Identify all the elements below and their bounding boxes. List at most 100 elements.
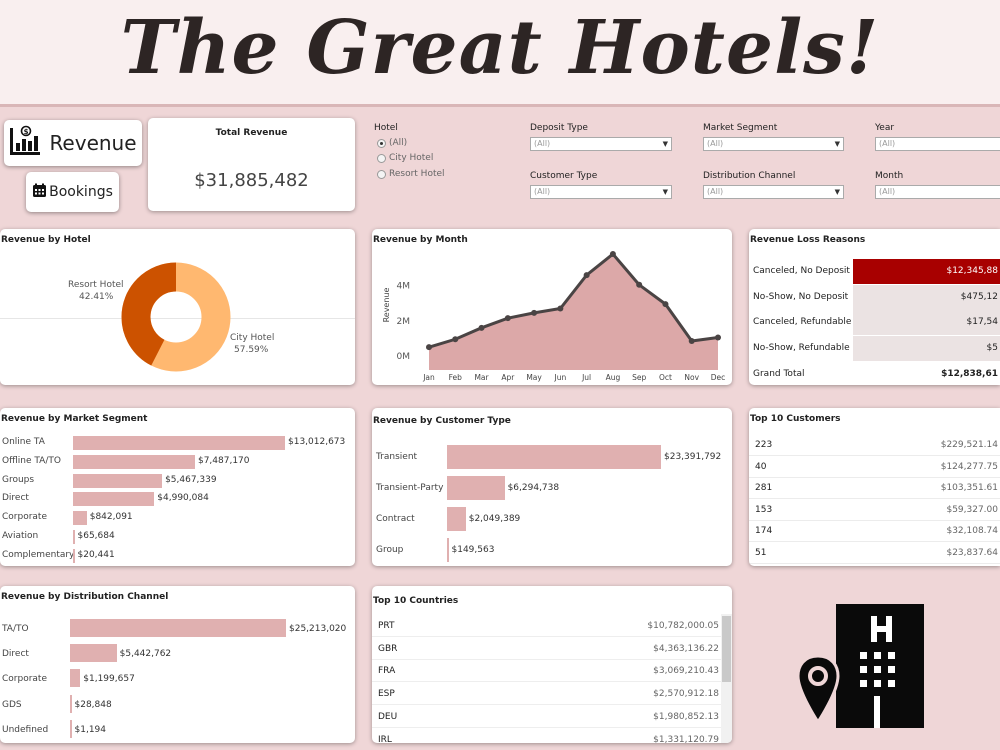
svg-text:$: $ — [24, 128, 29, 136]
hotel-filter-label: Hotel — [374, 123, 398, 133]
deposit-type-dropdown[interactable]: (All) ▼ — [530, 137, 672, 151]
loss-cell: $475,12 — [853, 284, 1000, 310]
radio-label: City Hotel — [389, 153, 434, 163]
loss-row: Canceled, Refundable $17,54 — [749, 310, 1000, 336]
bar — [70, 644, 117, 663]
loss-value: $17,54 — [966, 317, 999, 328]
x-tick-label: Jun — [554, 373, 567, 382]
bar-value: $23,391,792 — [664, 452, 722, 462]
customer-id: 40 — [755, 461, 767, 472]
dropdown-value: (All) — [879, 139, 896, 148]
customer-value: $23,837.64 — [946, 547, 998, 558]
distribution-channel-title: Revenue by Distribution Channel — [1, 592, 169, 602]
top-customers-title: Top 10 Customers — [750, 414, 841, 424]
customer-type-dropdown[interactable]: (All) ▼ — [530, 185, 672, 199]
bar-label: Undefined — [2, 724, 49, 735]
hotel-radio-resort[interactable]: Resort Hotel — [377, 169, 445, 179]
data-point — [426, 344, 432, 351]
x-tick-label: Mar — [474, 373, 489, 382]
bar — [73, 530, 75, 544]
bar-label: Groups — [2, 474, 35, 485]
revenue-button[interactable]: $ Revenue — [4, 120, 142, 166]
revenue-loss-card: Revenue Loss Reasons Canceled, No Deposi… — [749, 229, 1000, 385]
scrollbar-thumb[interactable] — [722, 616, 731, 682]
data-point — [688, 338, 695, 345]
bar — [70, 719, 72, 738]
distribution-channel-dropdown[interactable]: (All) ▼ — [703, 185, 844, 199]
top-countries-card: Top 10 Countries PRT $10,782,000.05 GBR $4,… — [372, 586, 732, 743]
country-code: FRA — [378, 666, 396, 677]
country-value: $1,980,852.13 — [653, 711, 719, 722]
loss-label: No-Show, Refundable — [753, 343, 850, 354]
bar-label: Online TA — [2, 437, 45, 447]
bar-label: Corporate — [2, 512, 47, 523]
country-code: GBR — [378, 643, 398, 654]
bar-label: GDS — [2, 699, 22, 710]
country-value: $3,069,210.43 — [653, 666, 719, 677]
y-axis-label: Revenue — [382, 288, 391, 323]
hotel-radio-all[interactable]: (All) — [377, 138, 407, 148]
chevron-down-icon: ▼ — [834, 188, 840, 196]
bar-value: $149,563 — [451, 545, 495, 555]
bar — [447, 445, 661, 469]
bar-label: Transient-Party — [376, 483, 444, 493]
market-segment-title: Revenue by Market Segment — [1, 414, 148, 424]
loss-row: No-Show, No Deposit $475,12 — [749, 284, 1000, 310]
loss-label: Canceled, No Deposit — [753, 266, 850, 276]
bookings-button[interactable]: Bookings — [26, 172, 119, 212]
customer-value: $103,351.61 — [940, 483, 998, 493]
bar-value: $13,012,673 — [288, 437, 346, 447]
top-customers-card: Top 10 Customers 223 $229,521.14 40 $124,27… — [749, 408, 1000, 566]
country-code: PRT — [378, 621, 395, 631]
x-tick-label: Sep — [632, 373, 646, 382]
hotel-radio-city[interactable]: City Hotel — [377, 153, 433, 163]
grand-total-row: Grand Total $12,838,61 — [749, 362, 1000, 385]
hotel-location-icon — [796, 600, 928, 732]
top-countries-table: PRT $10,782,000.05 GBR $4,363,136.22 FRA $3,0… — [372, 586, 721, 743]
grand-total-label: Grand Total — [753, 369, 805, 379]
table-row: IRL $1,331,120.79 — [372, 729, 721, 744]
loss-label: No-Show, No Deposit — [753, 291, 849, 302]
customer-type-card: Revenue by Customer Type Transient $23,39… — [372, 408, 732, 566]
header-divider — [0, 104, 1000, 107]
data-point — [531, 309, 538, 316]
table-row: 153 $59,327.00 — [749, 499, 1000, 521]
bar — [70, 694, 72, 713]
customer-id: 174 — [755, 526, 773, 536]
bar — [447, 476, 505, 500]
x-tick-label: Dec — [711, 373, 726, 382]
revenue-by-hotel-card: Revenue by Hotel Resort Hotel 42.41% Cit… — [0, 229, 355, 385]
bar-value: $28,848 — [74, 699, 112, 710]
bar-value: $4,990,084 — [157, 493, 209, 504]
header: The Great Hotels! — [0, 0, 1000, 104]
grand-total-value: $12,838,61 — [941, 369, 998, 379]
table-row: PRT $10,782,000.05 — [372, 615, 721, 637]
table-row: GBR $4,363,136.22 — [372, 638, 721, 660]
x-tick-label: Oct — [659, 373, 672, 382]
resort-hotel-pct: 42.41% — [79, 292, 114, 302]
y-tick-label: 0M — [397, 352, 411, 362]
dropdown-value: (All) — [879, 187, 896, 196]
bar-value: $5,467,339 — [165, 474, 217, 485]
table-row: 223 $229,521.14 — [749, 434, 1000, 456]
bar-value: $5,442,762 — [119, 649, 172, 660]
country-code: DEU — [378, 711, 398, 722]
bar-label: Contract — [376, 514, 415, 524]
country-value: $10,782,000.05 — [647, 621, 719, 631]
market-segment-dropdown[interactable]: (All) ▼ — [703, 137, 844, 151]
countries-scrollbar[interactable] — [721, 614, 732, 743]
radio-label: Resort Hotel — [389, 169, 445, 179]
revenue-by-hotel-title: Revenue by Hotel — [1, 235, 91, 245]
customer-type-title: Revenue by Customer Type — [373, 416, 511, 426]
bar-label: Aviation — [2, 531, 39, 541]
data-point — [583, 272, 590, 279]
bar-label: Group — [376, 545, 404, 555]
month-dropdown[interactable]: (All) — [875, 185, 1000, 199]
bar-label: TA/TO — [2, 624, 29, 634]
year-dropdown[interactable]: (All) — [875, 137, 1000, 151]
total-revenue-card: Total Revenue $31,885,482 — [148, 118, 355, 211]
loss-row: Canceled, No Deposit $12,345,88 — [749, 259, 1000, 284]
dropdown-value: (All) — [534, 187, 551, 196]
revenue-button-label: Revenue — [49, 131, 137, 155]
x-tick-label: Aug — [606, 373, 621, 382]
